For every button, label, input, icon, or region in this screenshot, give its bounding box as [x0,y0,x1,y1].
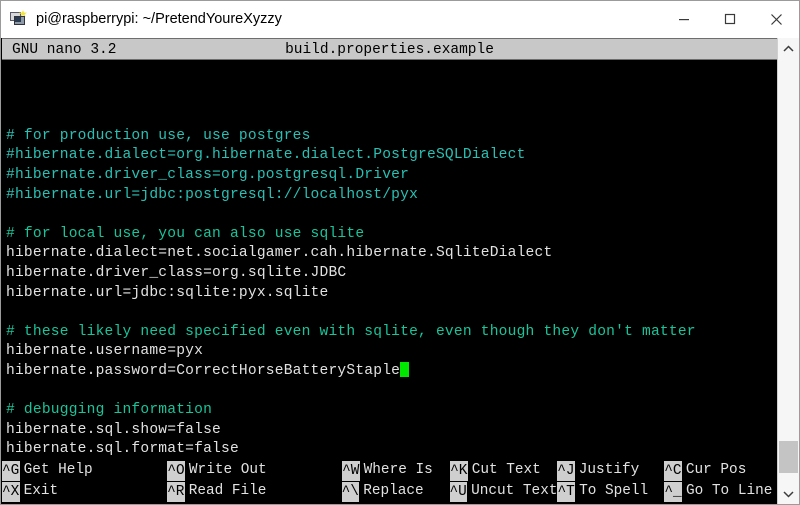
comment-text: # these likely need specified even with … [6,323,696,340]
nano-shortcut-label: To Spell [579,483,649,499]
comment-text: # for production use, use postgres [6,127,311,144]
config-text: hibernate.sql.format=false [6,441,239,458]
putty-terminal-window: pi@raspberrypi: ~/PretendYoureXyzzy GNU … [0,0,800,505]
text-cursor [400,361,409,377]
scrollbar-track[interactable] [778,59,799,483]
nano-shortcut-key: ^R [167,481,185,502]
nano-shortcut[interactable]: ^K Cut Text [450,460,557,481]
editor-line: # these likely need specified even with … [6,323,777,343]
window-title: pi@raspberrypi: ~/PretendYoureXyzzy [36,11,282,27]
editor-line: hibernate.username=pyx [6,342,777,362]
nano-shortcut-label: Replace [363,483,424,499]
nano-shortcut[interactable]: ^G Get Help [2,460,167,481]
nano-shortcut-label: Where Is [363,462,433,478]
comment-text: #hibernate.driver_class=org.postgresql.D… [6,166,410,183]
nano-shortcut-key: ^K [450,460,468,481]
nano-shortcut[interactable]: ^O Write Out [167,460,342,481]
minimize-button[interactable] [661,1,707,37]
scrollbar-down-button[interactable] [778,483,799,504]
scrollbar-up-button[interactable] [778,38,799,59]
editor-line: hibernate.driver_class=org.sqlite.JDBC [6,264,777,284]
nano-shortcut-row-2: ^X Exit ^R Read File ^\ Replace ^U Uncut Text ^T… [2,481,777,502]
editor-line: # debugging information [6,401,777,421]
nano-shortcut-key: ^X [2,481,20,502]
nano-shortcut-key: ^G [2,460,20,481]
nano-shortcut-label: Cur Pos [685,462,747,478]
maximize-icon [724,13,736,25]
maximize-button[interactable] [707,1,753,37]
nano-shortcut-key: ^J [557,460,575,481]
nano-shortcut[interactable]: ^_ Go To Line [664,481,777,502]
editor-line: hibernate.dialect=net.socialgamer.cah.hi… [6,244,777,264]
chevron-down-icon [783,490,794,498]
nano-shortcut[interactable]: ^\ Replace [341,481,450,502]
config-text: hibernate.password=CorrectHorseBatterySt… [6,362,401,379]
nano-shortcut-label: Write Out [188,462,267,478]
nano-shortcut[interactable]: ^R Read File [167,481,342,502]
nano-shortcut-label: Read File [188,483,267,499]
config-text: hibernate.dialect=net.socialgamer.cah.hi… [6,245,553,262]
nano-shortcut-key: ^U [449,481,468,502]
editor-line: #hibernate.driver_class=org.postgresql.D… [6,166,777,186]
editor-text-buffer[interactable]: # for production use, use postgres #hiber… [2,60,777,459]
nano-shortcut[interactable]: ^J Justify [557,460,664,481]
nano-shortcut-label: Get Help [23,462,93,478]
close-button[interactable] [753,1,799,37]
config-text: hibernate.driver_class=org.sqlite.JDBC [6,264,347,281]
nano-shortcut-key: ^_ [664,481,683,502]
nano-shortcut-row-1: ^G Get Help ^O Write Out ^W Where Is ^K Cut Tex… [2,460,777,481]
nano-shortcut-label: Go To Line [686,483,773,499]
comment-text: # debugging information [6,402,213,419]
window-titlebar[interactable]: pi@raspberrypi: ~/PretendYoureXyzzy [1,1,799,38]
nano-editor[interactable]: GNU nano 3.2 build.properties.example # … [1,38,777,504]
config-text: hibernate.sql.show=false [6,421,221,438]
config-text: hibernate.url=jdbc:sqlite:pyx.sqlite [6,284,329,301]
editor-line: hibernate.password=CorrectHorseBatterySt… [6,361,777,382]
scrollbar-thumb[interactable] [779,441,798,473]
comment-text: #hibernate.dialect=org.hibernate.dialect… [6,147,526,164]
config-text: hibernate.username=pyx [6,343,204,360]
nano-filename-label: build.properties.example [285,42,494,58]
nano-shortcut-label: Uncut Text [471,483,558,499]
editor-line: hibernate.url=jdbc:sqlite:pyx.sqlite [6,284,777,304]
comment-text: #hibernate.url=jdbc:postgresql://localho… [6,186,419,203]
nano-shortcut-label: Justify [578,462,640,478]
nano-shortcut-key: ^O [167,460,185,481]
chevron-up-icon [783,44,794,52]
nano-shortcut-key: ^W [342,460,360,481]
nano-shortcut[interactable]: ^T To Spell [557,481,664,502]
nano-shortcut-key: ^T [557,481,576,502]
editor-line: #hibernate.dialect=org.hibernate.dialect… [6,146,777,166]
minimize-icon [679,19,689,21]
putty-terminal-icon [10,10,28,28]
nano-shortcut-key: ^\ [341,481,360,502]
comment-text: # for local use, you can also use sqlite [6,225,365,242]
editor-line: hibernate.sql.show=false [6,421,777,441]
nano-shortcut-bar: ^G Get Help ^O Write Out ^W Where Is ^K Cut Tex… [2,459,777,504]
nano-shortcut[interactable]: ^X Exit [2,481,167,502]
nano-status-bar: GNU nano 3.2 build.properties.example [2,38,777,60]
nano-shortcut-label: Cut Text [471,462,541,478]
editor-line: # for local use, you can also use sqlite [6,225,777,245]
editor-line: #hibernate.url=jdbc:postgresql://localho… [6,186,777,206]
close-icon [770,13,782,25]
nano-shortcut-label: Exit [23,483,59,499]
window-controls [661,1,799,37]
editor-line: # for production use, use postgres [6,127,777,147]
editor-line: hibernate.sql.format=false [6,440,777,459]
nano-shortcut[interactable]: ^U Uncut Text [449,481,558,502]
nano-shortcut[interactable]: ^W Where Is [342,460,450,481]
nano-shortcut-key: ^C [664,460,682,481]
terminal-area: GNU nano 3.2 build.properties.example # … [1,38,799,504]
vertical-scrollbar[interactable] [777,38,799,504]
nano-shortcut[interactable]: ^C Cur Pos [664,460,777,481]
